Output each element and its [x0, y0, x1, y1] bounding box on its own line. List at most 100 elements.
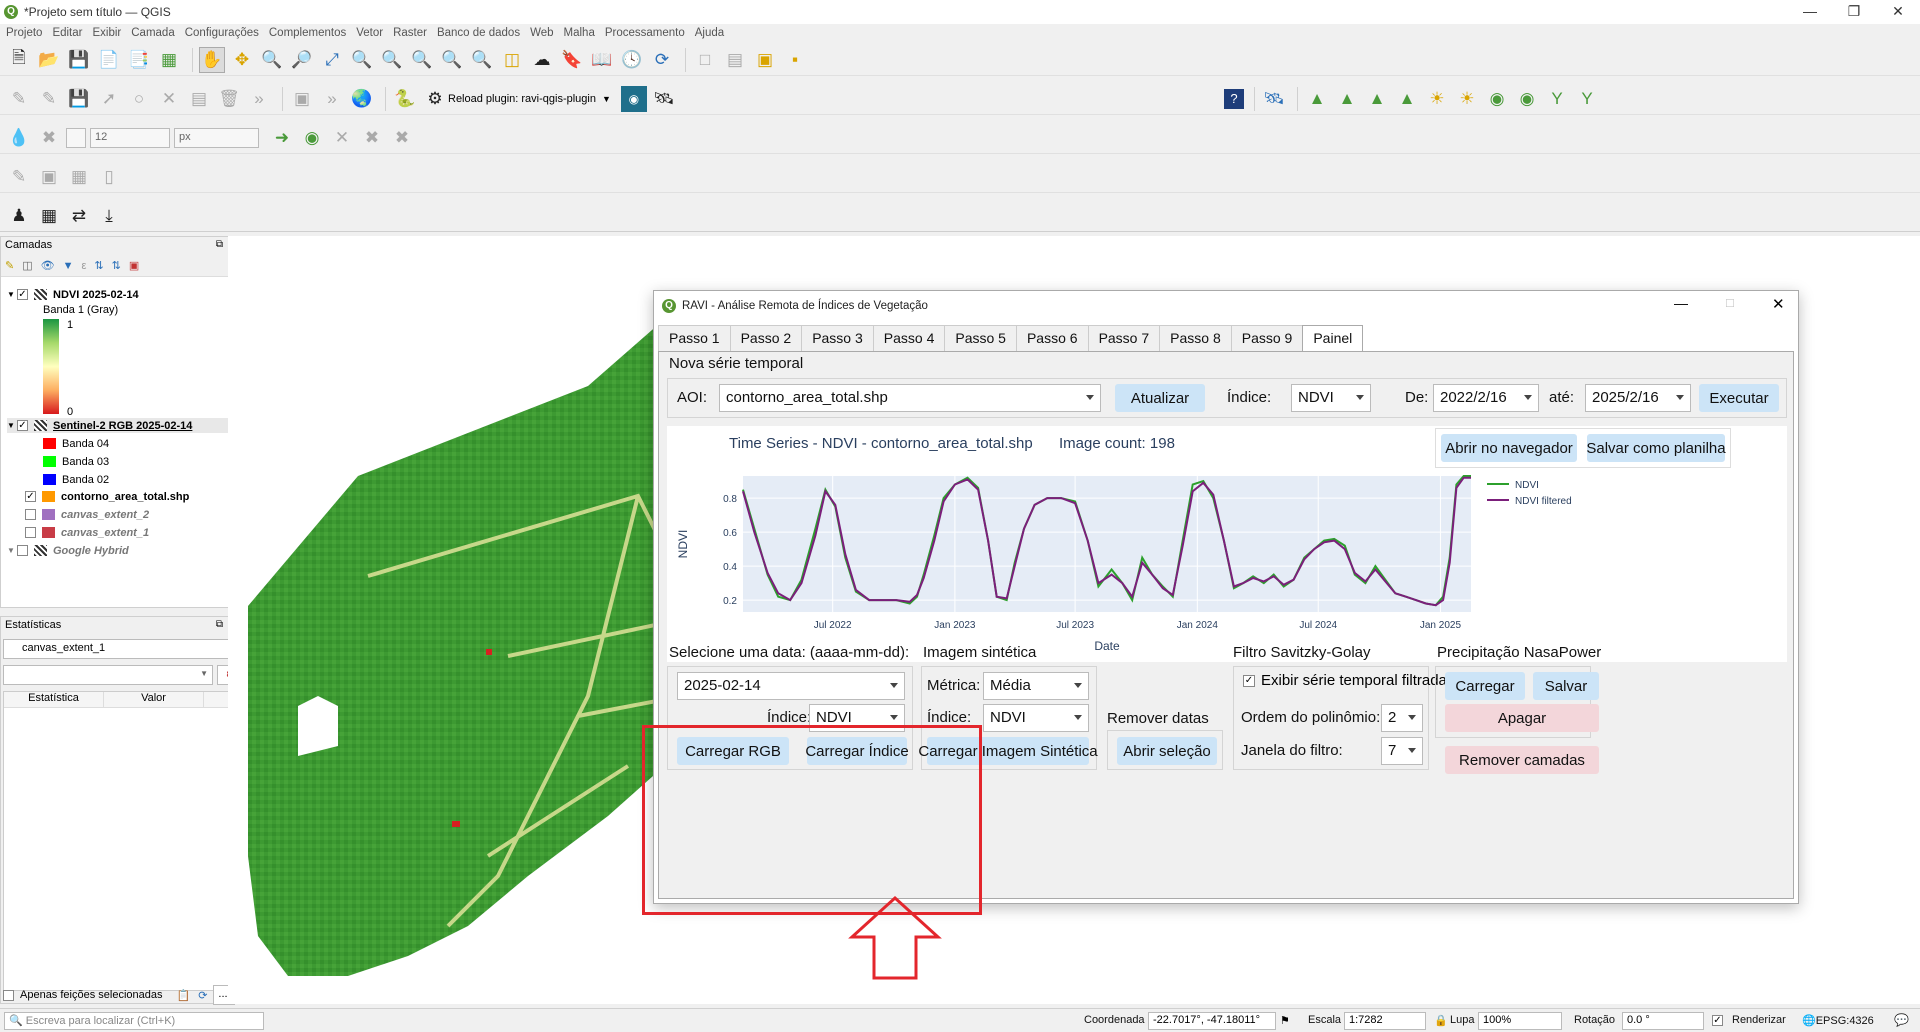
tool-globe-2-icon[interactable]: ◉ [1514, 86, 1540, 112]
show-filtered-checkbox[interactable]: ✓ [1243, 674, 1255, 687]
restore-icon[interactable]: ❐ [1832, 0, 1876, 24]
pan-icon[interactable]: ✋ [199, 46, 225, 73]
filter-expression-icon[interactable]: ε [81, 260, 86, 272]
add-group-icon[interactable]: ◫ [22, 259, 32, 272]
stats-layer-select[interactable]: canvas_extent_1 ▼ [3, 639, 241, 659]
layer-checkbox[interactable] [25, 509, 36, 520]
add-feature-icon[interactable]: ○ [126, 86, 152, 112]
filter-legend-icon[interactable]: ▼ [63, 260, 74, 272]
layout-manager-icon[interactable]: 📑 [126, 47, 152, 73]
style-manager-icon[interactable]: ▦ [156, 47, 182, 73]
snap-mode-icon[interactable]: ✖ [36, 125, 62, 151]
close-icon[interactable]: ✕ [1876, 0, 1920, 24]
save-project-icon[interactable]: 💾 [66, 47, 92, 73]
satellite-icon[interactable]: 🛰 [651, 86, 677, 112]
mouse-toggle-icon[interactable]: ⚑ [1280, 1014, 1290, 1027]
menu-item-0[interactable]: Projeto [6, 27, 42, 39]
sun-tool-1-icon[interactable]: ☀ [1424, 86, 1450, 112]
layer-checkbox[interactable] [17, 545, 28, 556]
menu-item-1[interactable]: Editar [52, 27, 82, 39]
download-icon[interactable]: ⤓ [96, 203, 122, 229]
self-snap-icon[interactable]: ✖ [359, 125, 385, 151]
layer-contorno[interactable]: ✓ contorno_area_total.shp [25, 489, 189, 504]
layer-ndvi[interactable]: ▼ ✓ NDVI 2025-02-14 [7, 287, 139, 302]
layer-canvas-extent-1[interactable]: canvas_extent_1 [25, 525, 149, 540]
new-map-view-icon[interactable]: ◫ [499, 47, 525, 73]
only-selected-checkbox[interactable] [3, 989, 14, 1001]
profile-tool-1-icon[interactable]: ▲ [1304, 86, 1330, 112]
refresh-stats-icon[interactable]: ⟳ [198, 989, 207, 1002]
expand-all-icon[interactable]: ⇅ [94, 259, 103, 272]
snap-units-select[interactable]: px [174, 127, 259, 148]
tab-painel[interactable]: Painel [1302, 325, 1364, 352]
plugin-earth-icon[interactable]: 🌏 [349, 86, 375, 112]
zoom-native-icon[interactable]: 🔍 [409, 47, 435, 73]
manage-map-themes-icon[interactable]: 👁 [41, 259, 55, 272]
menu-item-8[interactable]: Banco de dados [437, 27, 520, 39]
stats-field-select[interactable]: ▼ [3, 665, 213, 685]
open-selection-button[interactable]: Abrir seleção [1117, 737, 1217, 765]
simplify-icon[interactable]: ▦ [66, 164, 92, 190]
precip-load-button[interactable]: Carregar [1445, 672, 1525, 700]
menu-item-12[interactable]: Ajuda [695, 27, 724, 39]
zoom-out-icon[interactable]: 🔎 [289, 47, 315, 73]
dialog-close-icon[interactable]: ✕ [1772, 295, 1785, 313]
precip-save-button[interactable]: Salvar [1533, 672, 1599, 700]
magnet-icon[interactable]: 💧 [6, 125, 32, 151]
layer-canvas-extent-2[interactable]: canvas_extent_2 [25, 507, 149, 522]
copy-icon[interactable]: 📋 [176, 989, 190, 1002]
crs-label[interactable]: 🌐EPSG:4326 [1802, 1014, 1874, 1027]
zoom-last-icon[interactable]: 🔍 [439, 47, 465, 73]
layer-google-hybrid[interactable]: ▼ Google Hybrid [7, 543, 129, 558]
index-select[interactable]: NDVI [1291, 384, 1371, 412]
avoid-overlap-icon[interactable]: ✖ [389, 125, 415, 151]
tab-passo-8[interactable]: Passo 8 [1159, 325, 1232, 351]
zoom-layer-icon[interactable]: 🔍 [379, 47, 405, 73]
rotation-field[interactable]: 0.0 ° [1622, 1012, 1704, 1030]
ravi-plugin-icon[interactable]: ◉ [620, 85, 647, 112]
reshape-icon[interactable]: ▯ [96, 164, 122, 190]
plugin-filter-icon[interactable]: ▦ [36, 203, 62, 229]
collapse-all-icon[interactable]: ⇅ [112, 259, 121, 272]
menu-item-11[interactable]: Processamento [605, 27, 685, 39]
layer-checkbox[interactable] [25, 527, 36, 538]
menu-item-10[interactable]: Malha [564, 27, 595, 39]
run-button[interactable]: Executar [1699, 384, 1779, 412]
remove-layer-icon[interactable]: ▣ [129, 259, 139, 272]
reload-plugin-dropdown-icon[interactable]: ▼ [602, 94, 611, 104]
modify-attr-icon[interactable]: ▤ [186, 86, 212, 112]
layer-checkbox[interactable]: ✓ [17, 289, 28, 300]
tab-passo-4[interactable]: Passo 4 [872, 325, 946, 351]
messages-icon[interactable]: 💬 [1894, 1013, 1909, 1027]
window-select[interactable]: 7 [1381, 737, 1423, 765]
more-edit-icon[interactable]: » [246, 86, 272, 112]
aoi-select[interactable]: contorno_area_total.shp [719, 384, 1101, 412]
layer-checkbox[interactable]: ✓ [25, 491, 36, 502]
tool-y-1-icon[interactable]: Y [1544, 86, 1570, 112]
layer-checkbox[interactable]: ✓ [17, 420, 28, 431]
more-label-icon[interactable]: » [319, 86, 345, 112]
metric-select[interactable]: Média [983, 672, 1089, 700]
ndvi-chart[interactable]: 0.2 0.4 0.6 0.8 Jul 2022 Jan 2023 Jul 2023 Jan … [667, 466, 1787, 662]
snap-intersection-icon[interactable]: ✕ [329, 125, 355, 151]
plugin-person-icon[interactable]: ♟ [6, 203, 32, 229]
menu-item-4[interactable]: Configurações [185, 27, 259, 39]
locator-search-input[interactable]: 🔍 Escreva para localizar (Ctrl+K) [4, 1012, 264, 1030]
label-tool-icon[interactable]: ▣ [289, 86, 315, 112]
new-project-icon[interactable]: 🗎 [6, 47, 32, 73]
snap-color-box[interactable] [66, 127, 86, 148]
sun-tool-2-icon[interactable]: ☀ [1454, 86, 1480, 112]
topology-icon[interactable]: ◉ [299, 125, 325, 151]
select-features-icon[interactable]: □ [692, 47, 718, 73]
zoom-in-icon[interactable]: 🔍 [259, 47, 285, 73]
delete-selected-icon[interactable]: 🗑 [216, 86, 242, 112]
digitize-icon[interactable]: ➚ [96, 86, 122, 112]
deselect-icon[interactable]: ▣ [752, 47, 778, 73]
georef-icon[interactable]: 🛰 [1261, 86, 1287, 112]
stats-col-value[interactable]: Valor [104, 692, 204, 707]
profile-tool-3-icon[interactable]: ▲ [1364, 86, 1390, 112]
scale-field[interactable]: 1:7282 [1344, 1012, 1426, 1030]
new-bookmark-icon[interactable]: 🔖 [559, 47, 585, 73]
new-3d-view-icon[interactable]: ☁ [529, 47, 555, 73]
refresh-icon[interactable]: ⟳ [649, 47, 675, 73]
